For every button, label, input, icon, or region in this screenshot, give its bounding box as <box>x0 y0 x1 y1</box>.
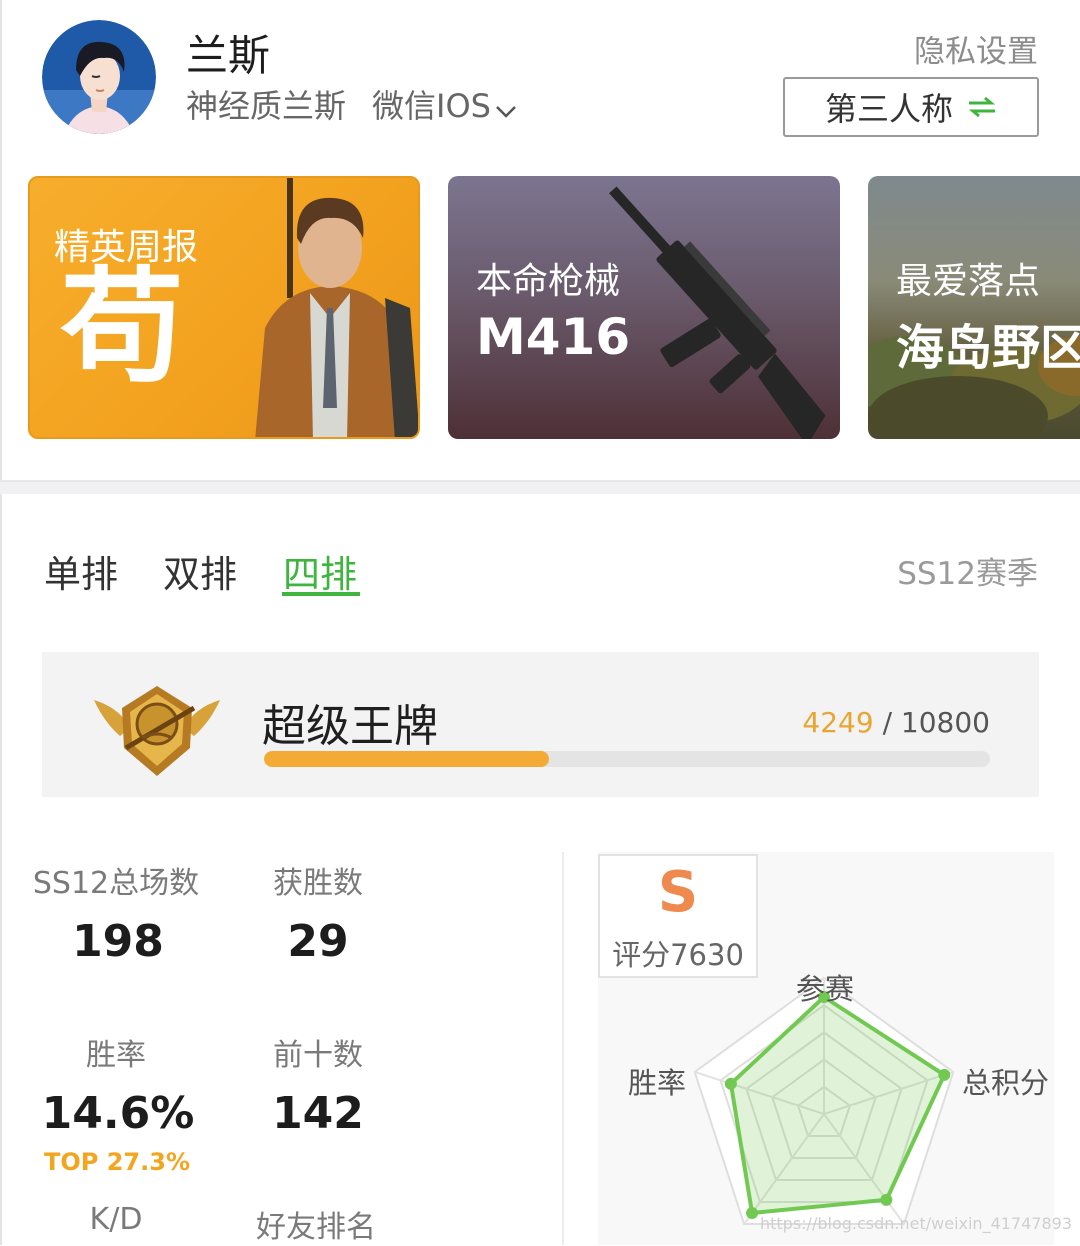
favorite-weapon-value: M416 <box>476 308 631 366</box>
rank-name: 超级王牌 <box>262 701 438 752</box>
win-rate-top-percent: TOP 27.3% <box>44 1148 190 1176</box>
user-name: 兰斯 <box>186 31 271 80</box>
watermark: https://blog.csdn.net/weixin_41747893 <box>759 1214 1072 1233</box>
rank-badge-icon <box>90 678 224 786</box>
tab-duo[interactable]: 双排 <box>163 544 237 598</box>
switch-icon <box>967 96 997 118</box>
kd-label: K/D <box>89 1202 143 1237</box>
stats-divider <box>562 852 564 1245</box>
section-divider <box>0 480 1080 494</box>
favorite-drop-value: 海岛野区 <box>896 320 1080 376</box>
radar-point <box>938 1068 951 1081</box>
favorite-drop-card[interactable]: 最爱落点 海岛野区 <box>868 176 1080 439</box>
privacy-settings-link[interactable]: 隐私设置 <box>914 26 1038 71</box>
rank-points: 4249 / 10800 <box>802 706 990 739</box>
perspective-toggle-button[interactable]: 第三人称 <box>783 77 1039 137</box>
top-ten-label: 前十数 <box>273 1038 363 1073</box>
radar-label-participation: 参赛 <box>796 972 855 1006</box>
character-illustration <box>255 178 418 437</box>
page-left-border <box>0 0 2 1245</box>
active-tab-indicator <box>282 592 360 596</box>
win-rate-label: 胜率 <box>86 1038 146 1073</box>
total-matches-label: SS12总场数 <box>32 866 200 901</box>
friend-rank-label: 好友排名 <box>256 1210 376 1245</box>
win-rate-value: 14.6% <box>41 1088 195 1139</box>
elite-weekly-card[interactable]: 精英周报 苟 <box>28 176 420 439</box>
rank-points-separator: / <box>882 706 893 739</box>
tab-squad[interactable]: 四排 <box>283 544 357 598</box>
radar-label-win-rate: 胜率 <box>628 1066 687 1100</box>
grade-letter: S <box>657 860 699 925</box>
chevron-down-icon <box>495 86 517 130</box>
platform-selector[interactable]: 微信IOS <box>372 87 517 125</box>
favorite-drop-label: 最爱落点 <box>896 261 1041 302</box>
rank-target-points: 10800 <box>900 706 990 739</box>
radar-point <box>746 1207 759 1220</box>
nickname: 神经质兰斯 <box>186 87 347 125</box>
radar-point <box>724 1077 737 1090</box>
platform-label: 微信IOS <box>372 87 491 125</box>
rank-progress-fill <box>264 751 550 767</box>
favorite-weapon-card[interactable]: 本命枪械 M416 <box>448 176 840 439</box>
favorite-weapon-label: 本命枪械 <box>476 261 621 302</box>
season-selector[interactable]: SS12赛季 <box>897 548 1038 593</box>
radar-point <box>880 1193 893 1206</box>
total-matches-value: 198 <box>72 916 164 967</box>
avatar[interactable] <box>42 20 156 134</box>
grade-score: 评分7630 <box>612 938 744 972</box>
perspective-label: 第三人称 <box>824 90 953 128</box>
rank-progress-bar <box>264 751 990 767</box>
elite-weekly-value: 苟 <box>60 256 185 400</box>
wins-label: 获胜数 <box>273 866 363 901</box>
avatar-illustration <box>42 20 156 134</box>
wins-value: 29 <box>287 916 349 967</box>
tab-solo[interactable]: 单排 <box>44 544 118 598</box>
rank-current-points: 4249 <box>802 706 874 739</box>
top-ten-value: 142 <box>272 1088 364 1139</box>
account-line: 神经质兰斯 微信IOS <box>186 84 517 130</box>
radar-label-total-score: 总积分 <box>962 1066 1050 1100</box>
